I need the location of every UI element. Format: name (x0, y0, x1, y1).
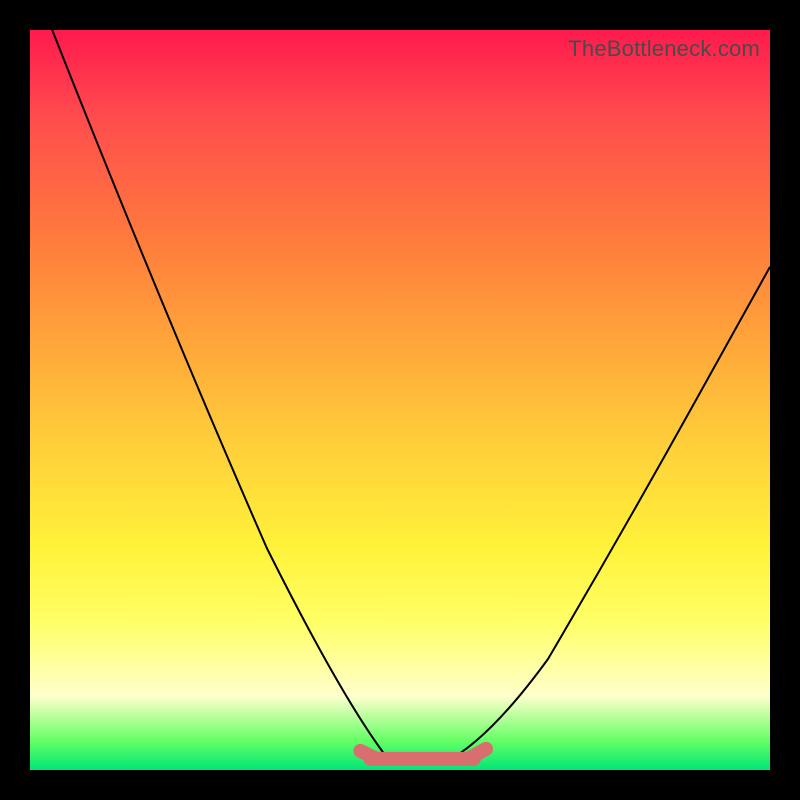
watermark-text: TheBottleneck.com (568, 36, 760, 62)
bottleneck-plot (30, 30, 770, 770)
curve-left-branch (52, 30, 415, 763)
flat-segment-right-bump (468, 749, 486, 759)
chart-area: TheBottleneck.com (30, 30, 770, 770)
flat-segment-left-bump (360, 751, 376, 759)
curve-right-branch (444, 267, 770, 763)
